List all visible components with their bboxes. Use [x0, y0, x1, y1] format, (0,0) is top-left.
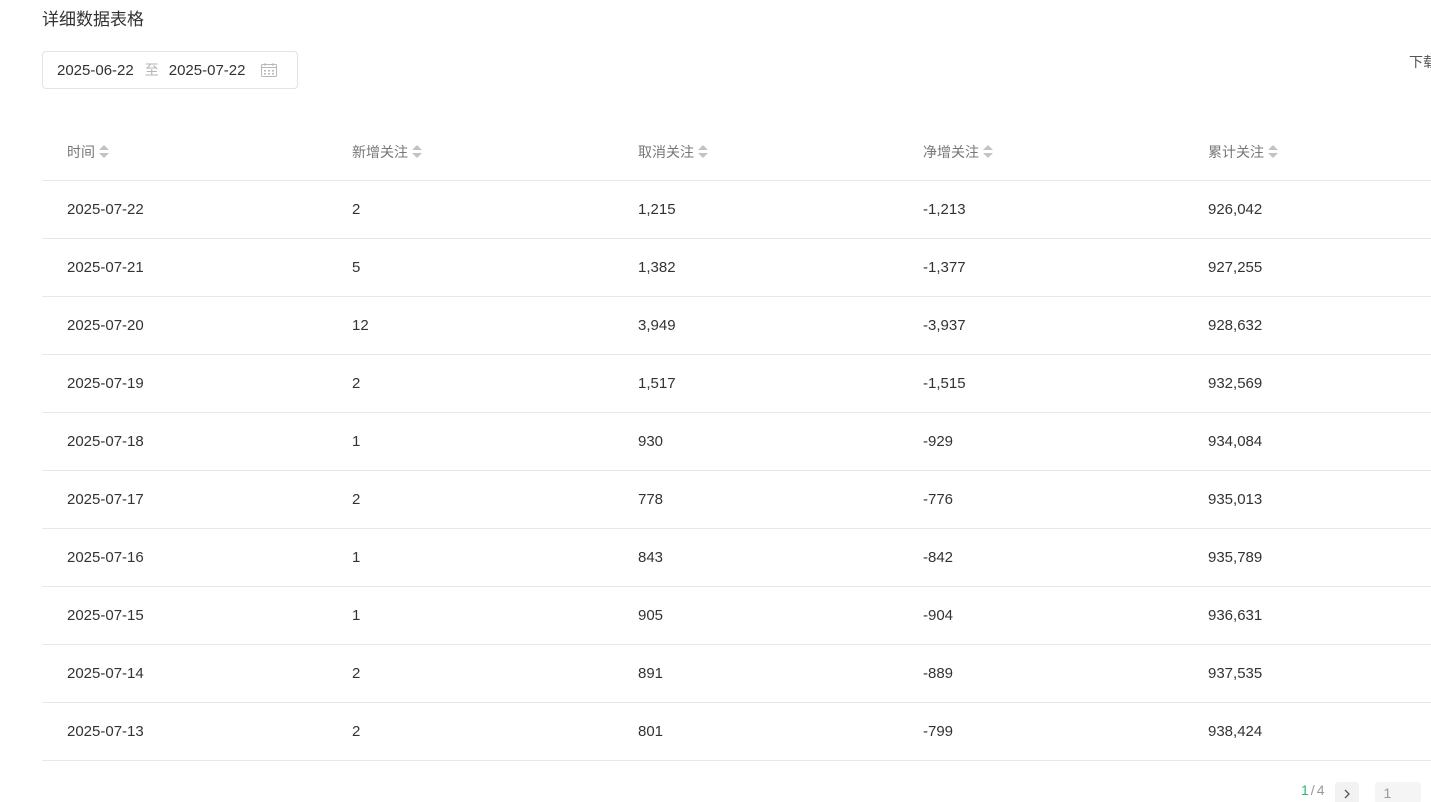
page: 详细数据表格 2025-06-22 至 2025-07-22 下载 时间 新增关… — [0, 0, 1431, 802]
cell-new-follows: 2 — [327, 354, 613, 413]
date-range-separator: 至 — [144, 63, 159, 79]
table-row: 2025-07-13 2 801 -799 938,424 — [42, 702, 1431, 761]
sort-icon[interactable] — [1268, 144, 1278, 159]
cell-total-follows: 928,632 — [1183, 296, 1431, 355]
cell-time: 2025-07-20 — [42, 296, 327, 355]
cell-unfollows: 778 — [613, 470, 898, 529]
date-start-input[interactable]: 2025-06-22 — [57, 62, 134, 79]
sort-icon[interactable] — [99, 144, 109, 159]
table-row: 2025-07-16 1 843 -842 935,789 — [42, 528, 1431, 587]
cell-net-follows: -1,213 — [898, 180, 1183, 239]
chevron-right-icon — [1343, 786, 1351, 802]
cell-unfollows: 801 — [613, 702, 898, 761]
cell-unfollows: 1,382 — [613, 238, 898, 297]
table-row: 2025-07-15 1 905 -904 936,631 — [42, 586, 1431, 645]
cell-new-follows: 2 — [327, 470, 613, 529]
cell-time: 2025-07-19 — [42, 354, 327, 413]
cell-time: 2025-07-14 — [42, 644, 327, 703]
cell-time: 2025-07-21 — [42, 238, 327, 297]
table-row: 2025-07-20 12 3,949 -3,937 928,632 — [42, 296, 1431, 355]
cell-new-follows: 1 — [327, 528, 613, 587]
column-header-net-follows[interactable]: 净增关注 — [898, 123, 1183, 181]
cell-unfollows: 905 — [613, 586, 898, 645]
sort-icon[interactable] — [412, 144, 422, 159]
cell-new-follows: 2 — [327, 702, 613, 761]
pagination: 1 / 4 — [1301, 782, 1422, 802]
cell-time: 2025-07-16 — [42, 528, 327, 587]
table-header-row: 时间 新增关注 取消关注 净增关注 累计关注 — [42, 123, 1431, 181]
cell-total-follows: 935,013 — [1183, 470, 1431, 529]
cell-new-follows: 1 — [327, 412, 613, 471]
pagination-total-pages: 4 — [1316, 782, 1325, 798]
cell-net-follows: -3,937 — [898, 296, 1183, 355]
cell-time: 2025-07-15 — [42, 586, 327, 645]
cell-net-follows: -1,515 — [898, 354, 1183, 413]
column-header-time[interactable]: 时间 — [42, 123, 327, 181]
next-page-button[interactable] — [1335, 782, 1360, 802]
cell-new-follows: 2 — [327, 180, 613, 239]
section-title: 详细数据表格 — [42, 10, 144, 30]
column-header-label: 时间 — [67, 144, 95, 161]
date-range-picker[interactable]: 2025-06-22 至 2025-07-22 — [42, 51, 298, 89]
cell-net-follows: -904 — [898, 586, 1183, 645]
cell-total-follows: 927,255 — [1183, 238, 1431, 297]
cell-new-follows: 2 — [327, 644, 613, 703]
cell-total-follows: 938,424 — [1183, 702, 1431, 761]
calendar-icon[interactable] — [261, 63, 278, 77]
column-header-total-follows[interactable]: 累计关注 — [1183, 123, 1431, 181]
cell-total-follows: 926,042 — [1183, 180, 1431, 239]
cell-total-follows: 936,631 — [1183, 586, 1431, 645]
column-header-new-follows[interactable]: 新增关注 — [327, 123, 613, 181]
table-row: 2025-07-14 2 891 -889 937,535 — [42, 644, 1431, 703]
cell-unfollows: 843 — [613, 528, 898, 587]
cell-unfollows: 3,949 — [613, 296, 898, 355]
table-row: 2025-07-21 5 1,382 -1,377 927,255 — [42, 238, 1431, 297]
cell-unfollows: 1,215 — [613, 180, 898, 239]
cell-new-follows: 12 — [327, 296, 613, 355]
cell-net-follows: -799 — [898, 702, 1183, 761]
cell-time: 2025-07-13 — [42, 702, 327, 761]
cell-time: 2025-07-17 — [42, 470, 327, 529]
table-row: 2025-07-17 2 778 -776 935,013 — [42, 470, 1431, 529]
table-row: 2025-07-19 2 1,517 -1,515 932,569 — [42, 354, 1431, 413]
sort-icon[interactable] — [698, 144, 708, 159]
page-jump-input[interactable] — [1375, 782, 1422, 802]
cell-unfollows: 891 — [613, 644, 898, 703]
cell-new-follows: 5 — [327, 238, 613, 297]
cell-net-follows: -776 — [898, 470, 1183, 529]
sort-icon[interactable] — [983, 144, 993, 159]
cell-total-follows: 935,789 — [1183, 528, 1431, 587]
table-row: 2025-07-18 1 930 -929 934,084 — [42, 412, 1431, 471]
cell-new-follows: 1 — [327, 586, 613, 645]
cell-unfollows: 1,517 — [613, 354, 898, 413]
pagination-current-page: 1 — [1301, 782, 1309, 798]
data-table: 时间 新增关注 取消关注 净增关注 累计关注 2025-07-22 2 1,21… — [42, 123, 1431, 761]
download-link[interactable]: 下载 — [1409, 52, 1431, 72]
cell-net-follows: -842 — [898, 528, 1183, 587]
pagination-separator: / — [1310, 782, 1315, 798]
cell-total-follows: 934,084 — [1183, 412, 1431, 471]
column-header-label: 累计关注 — [1208, 144, 1264, 161]
column-header-label: 新增关注 — [352, 144, 408, 161]
cell-total-follows: 937,535 — [1183, 644, 1431, 703]
column-header-label: 取消关注 — [638, 144, 694, 161]
cell-net-follows: -1,377 — [898, 238, 1183, 297]
cell-net-follows: -929 — [898, 412, 1183, 471]
column-header-label: 净增关注 — [923, 144, 979, 161]
table-row: 2025-07-22 2 1,215 -1,213 926,042 — [42, 180, 1431, 239]
cell-time: 2025-07-18 — [42, 412, 327, 471]
date-end-input[interactable]: 2025-07-22 — [169, 62, 246, 79]
cell-time: 2025-07-22 — [42, 180, 327, 239]
cell-net-follows: -889 — [898, 644, 1183, 703]
cell-total-follows: 932,569 — [1183, 354, 1431, 413]
column-header-unfollows[interactable]: 取消关注 — [613, 123, 898, 181]
cell-unfollows: 930 — [613, 412, 898, 471]
